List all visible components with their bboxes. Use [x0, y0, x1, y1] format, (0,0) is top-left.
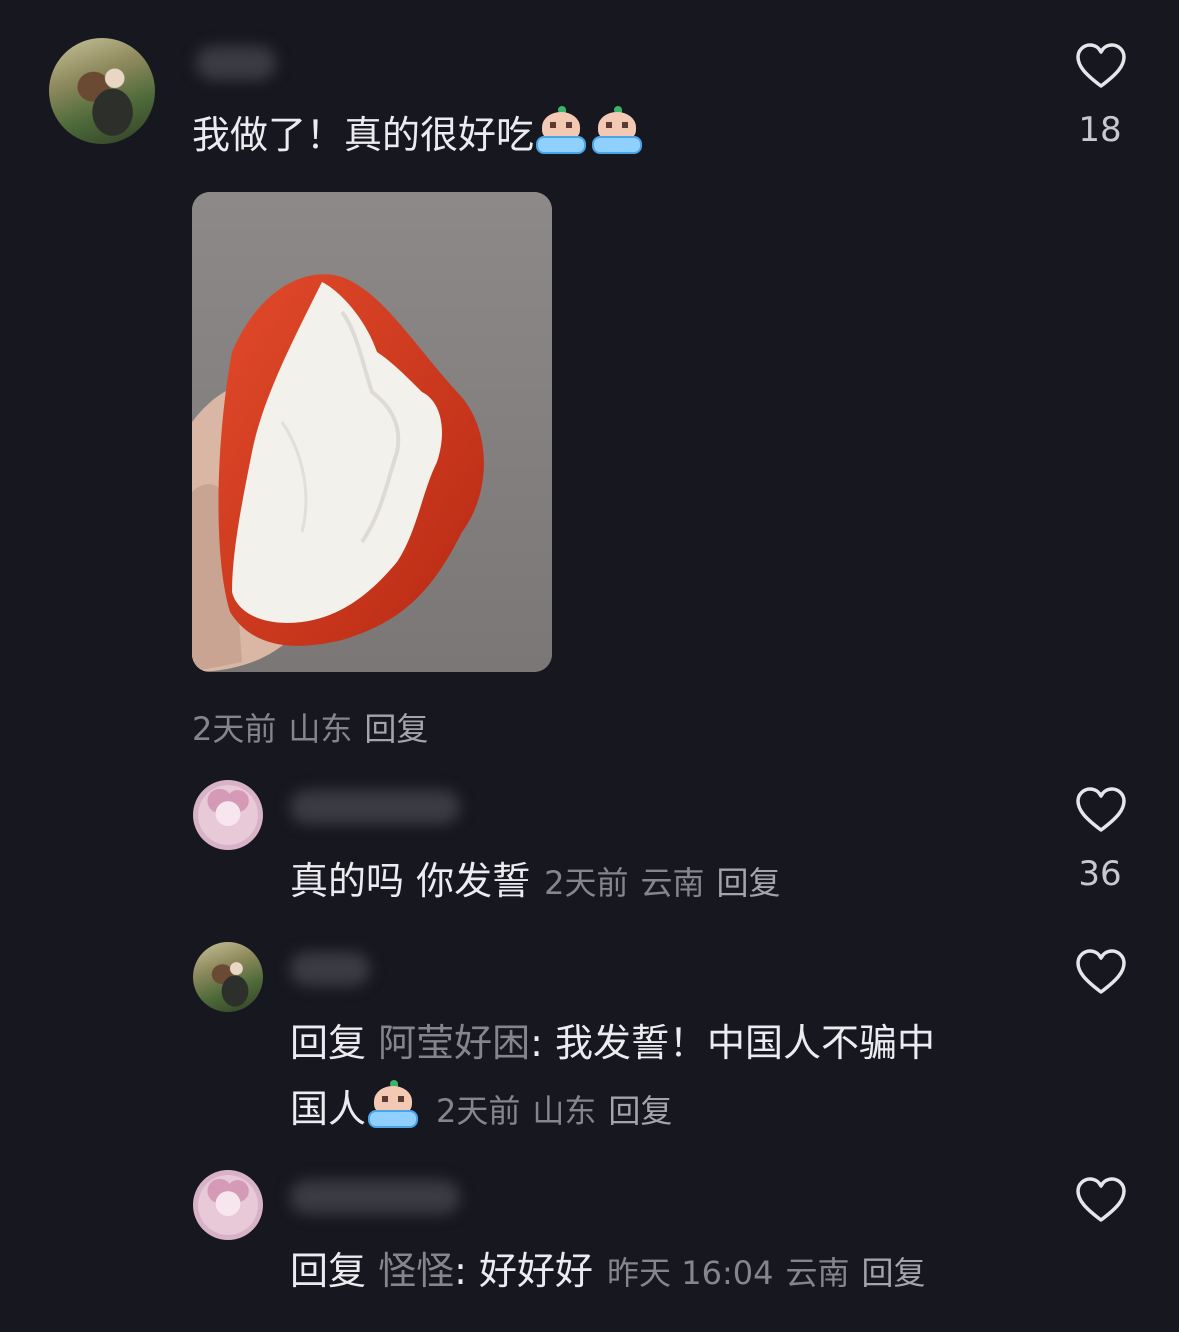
avatar[interactable]	[193, 1170, 263, 1240]
reply-body: 我发誓！中国人不骗中	[555, 1021, 936, 1065]
crying-emoji-icon	[366, 1080, 420, 1130]
reply-location: 云南	[640, 864, 705, 902]
reply-prefix: 回复	[290, 1249, 367, 1293]
avatar[interactable]	[193, 780, 263, 850]
reply-meta: 2天前 山东 回复	[436, 1092, 684, 1130]
like-heart-icon[interactable]	[1075, 948, 1127, 996]
reply-meta: 昨天 16:04 云南 回复	[607, 1254, 937, 1292]
reply-button[interactable]: 回复	[364, 710, 428, 748]
username-blurred[interactable]	[290, 790, 460, 824]
comment-photo[interactable]	[192, 192, 552, 672]
reply-button[interactable]: 回复	[608, 1092, 672, 1130]
reply-text: 真的吗 你发誓 2天前 云南 回复	[290, 850, 793, 905]
comment-text: 我做了！真的很好吃	[192, 104, 646, 159]
crying-emoji-icon	[534, 106, 588, 156]
comment-thread: 我做了！真的很好吃 18 2天前 山东 回复 真的吗 你发誓 2天前 云南 回复…	[0, 0, 1179, 1332]
like-count: 18	[1078, 110, 1122, 150]
comment-time: 2天前	[192, 710, 277, 748]
reply-body: 好好好	[479, 1249, 594, 1293]
username-blurred[interactable]	[290, 952, 370, 986]
reply-location: 云南	[785, 1254, 850, 1292]
reply-target-user[interactable]: 怪怪	[378, 1249, 454, 1293]
avatar[interactable]	[49, 38, 155, 144]
like-heart-icon[interactable]	[1075, 1176, 1127, 1224]
reply-time: 2天前	[436, 1092, 521, 1130]
reply-colon: :	[454, 1249, 467, 1293]
comment-body: 我做了！真的很好吃	[192, 113, 535, 157]
comment-meta: 2天前 山东 回复	[192, 704, 440, 750]
reply-time: 2天前	[544, 864, 629, 902]
reply-body-cont: 国人	[290, 1087, 367, 1131]
reply-colon: :	[530, 1021, 543, 1065]
reply-button[interactable]: 回复	[716, 864, 780, 902]
like-heart-icon[interactable]	[1075, 786, 1127, 834]
reply-time: 昨天 16:04	[607, 1254, 774, 1292]
username-blurred[interactable]	[196, 46, 276, 80]
reply-target-user[interactable]: 阿莹好困	[378, 1021, 530, 1065]
like-heart-icon[interactable]	[1075, 42, 1127, 90]
reply-button[interactable]: 回复	[861, 1254, 925, 1292]
reply-meta: 2天前 云南 回复	[544, 864, 792, 902]
avatar[interactable]	[193, 942, 263, 1012]
reply-location: 山东	[532, 1092, 597, 1130]
username-blurred[interactable]	[290, 1180, 460, 1214]
comment-location: 山东	[288, 710, 353, 748]
reply-prefix: 回复	[290, 1021, 367, 1065]
like-count: 36	[1078, 854, 1122, 894]
crying-emoji-icon	[590, 106, 644, 156]
reply-body: 真的吗 你发誓	[290, 859, 531, 903]
stuffed-pepper-image	[192, 192, 552, 672]
reply-text: 回复 怪怪: 好好好 昨天 16:04 云南 回复	[290, 1240, 937, 1295]
reply-text-line2: 国人 2天前 山东 回复	[290, 1078, 684, 1133]
reply-text-line1: 回复 阿莹好困: 我发誓！中国人不骗中	[290, 1012, 935, 1067]
